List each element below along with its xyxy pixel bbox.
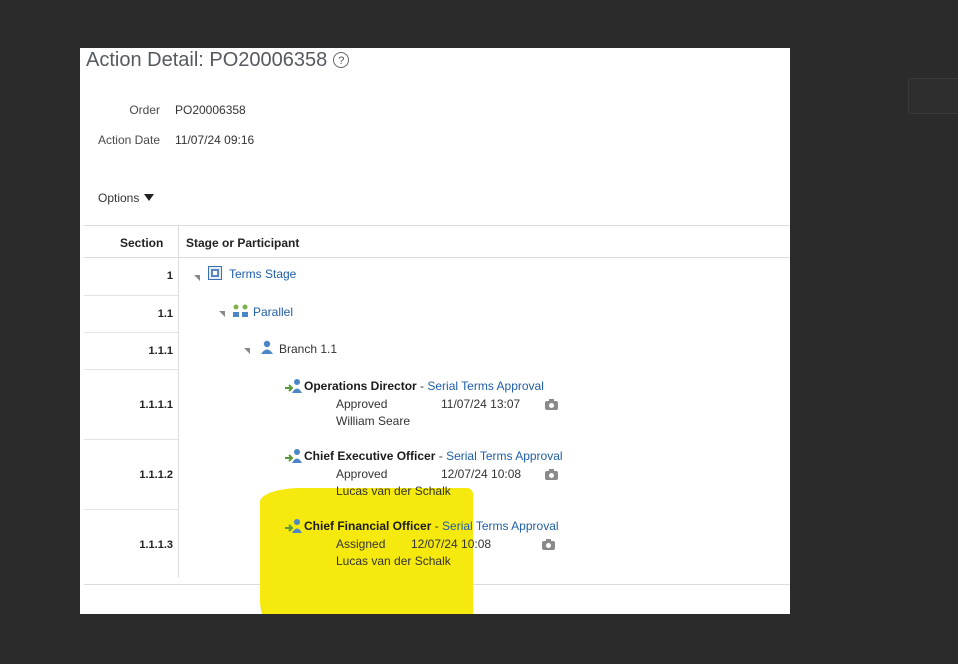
separator: - (431, 519, 443, 533)
action-date: 12/07/24 10:08 (411, 537, 492, 551)
table-top-border (84, 225, 790, 226)
separator: - (435, 449, 447, 463)
collapse-triangle-icon[interactable] (219, 311, 225, 317)
parallel-link[interactable]: Parallel (253, 305, 293, 319)
participant-role: Chief Executive Officer (304, 449, 436, 463)
participant-icon (285, 379, 302, 393)
participant-role: Operations Director (304, 379, 417, 393)
participant-title: Chief Financial Officer - Serial Terms A… (304, 519, 559, 533)
action-date-value: 11/07/24 09:16 (175, 133, 255, 147)
section-cell: 1.1.1.2 (139, 469, 173, 481)
row-divider (84, 369, 178, 370)
parallel-icon (233, 304, 248, 317)
section-cell: 1.1.1 (148, 345, 173, 357)
terms-stage-link[interactable]: Terms Stage (229, 267, 296, 281)
highlight-marker (260, 488, 473, 614)
collapse-triangle-icon[interactable] (194, 275, 200, 281)
separator: - (416, 379, 428, 393)
status-text: Approved (336, 467, 388, 481)
section-cell: 1.1.1.3 (139, 539, 173, 551)
page-title: Action Detail: PO20006358? (86, 48, 350, 72)
column-header-section[interactable]: Section (120, 236, 163, 250)
column-header-stage[interactable]: Stage or Participant (186, 236, 299, 250)
participant-icon (285, 449, 302, 463)
status-text: Approved (336, 397, 388, 411)
stage-icon (208, 266, 222, 280)
camera-icon[interactable] (542, 539, 555, 550)
row-divider (84, 509, 178, 510)
help-icon[interactable]: ? (333, 52, 350, 68)
branch-icon (261, 340, 273, 354)
section-cell: 1.1.1.1 (139, 399, 173, 411)
options-label: Options (98, 191, 140, 205)
participant-title: Chief Executive Officer - Serial Terms A… (304, 449, 563, 463)
participant-name: Lucas van der Schalk (336, 554, 451, 568)
participant-title: Operations Director - Serial Terms Appro… (304, 379, 544, 393)
approval-link[interactable]: Serial Terms Approval (446, 449, 563, 463)
participant-icon (285, 519, 302, 533)
action-date: 12/07/24 10:08 (441, 467, 522, 481)
row-divider (84, 332, 178, 333)
collapse-triangle-icon[interactable] (244, 348, 250, 354)
participant-name: Lucas van der Schalk (336, 484, 451, 498)
status-text: Assigned (336, 537, 386, 551)
column-separator (178, 225, 179, 577)
camera-icon[interactable] (545, 399, 558, 410)
approval-link[interactable]: Serial Terms Approval (442, 519, 559, 533)
participant-name: William Seare (336, 414, 411, 428)
branch-label: Branch 1.1 (279, 342, 338, 356)
chevron-down-icon (144, 194, 155, 201)
action-detail-panel: Action Detail: PO20006358? Order PO20006… (80, 48, 790, 614)
table-header-border (84, 257, 790, 258)
approval-link[interactable]: Serial Terms Approval (427, 379, 544, 393)
action-date: 11/07/24 13:07 (441, 397, 521, 411)
order-value: PO20006358 (175, 103, 246, 117)
section-cell: 1 (166, 270, 173, 282)
order-label: Order (129, 103, 160, 117)
camera-icon[interactable] (545, 469, 558, 480)
row-divider (84, 295, 178, 296)
section-cell: 1.1 (157, 308, 173, 320)
page-title-text: Action Detail: PO20006358 (86, 49, 328, 71)
participant-role: Chief Financial Officer (304, 519, 432, 533)
background-button (908, 78, 958, 114)
options-menu[interactable]: Options (98, 191, 155, 205)
action-date-label: Action Date (97, 133, 160, 147)
row-divider (84, 439, 178, 440)
